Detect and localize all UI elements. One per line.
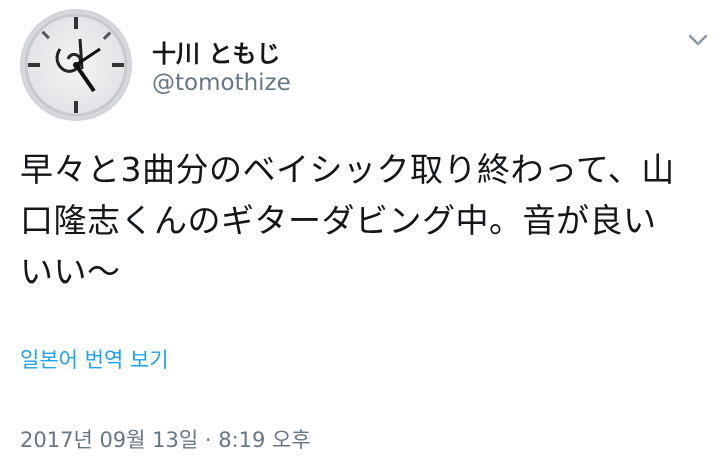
tweet-card: 十川 ともじ @tomothize 早々と3曲分のベイシック取り終わって、山 口… [0,0,720,459]
user-handle[interactable]: @tomothize [152,70,291,96]
watch-face-avatar-icon [20,9,132,121]
tweet-text-line: 口隆志くんのギターダビング中。音が良い [20,201,657,240]
tweet-menu-button[interactable] [682,28,714,52]
tweet-timestamp: 2017년 09월 13일 · 8:19 오후 [20,428,311,452]
chevron-down-icon [688,34,708,46]
avatar[interactable] [20,9,132,121]
tweet-text-line: いい〜 [20,252,121,291]
translate-link[interactable]: 일본어 번역 보기 [20,344,169,374]
tweet-text: 早々と3曲分のベイシック取り終わって、山 口隆志くんのギターダビング中。音が良い… [20,144,710,297]
tweet-text-line: 早々と3曲分のベイシック取り終わって、山 [20,150,675,189]
display-name[interactable]: 十川 ともじ [152,34,280,69]
